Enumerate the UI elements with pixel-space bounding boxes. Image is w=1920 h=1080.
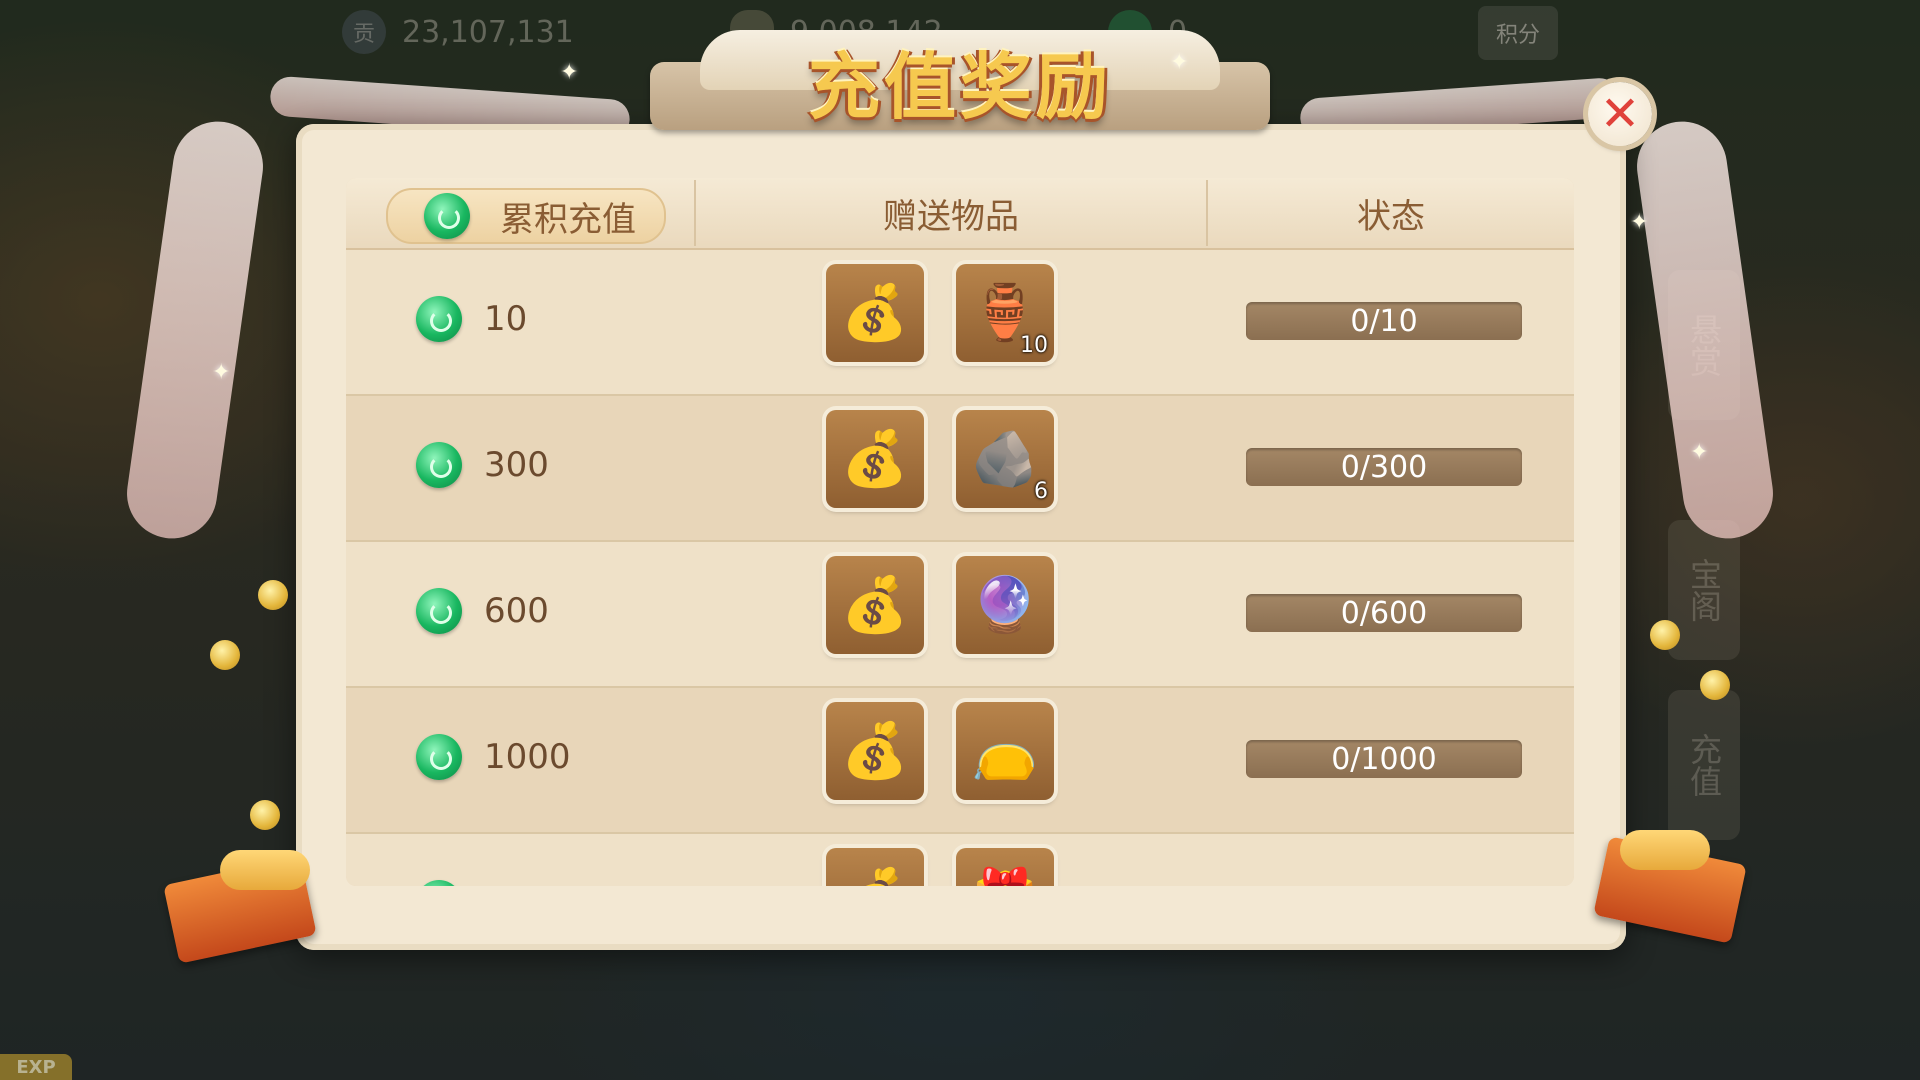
sparkle-icon: ✦ xyxy=(1690,440,1709,465)
silver-money-bag-icon[interactable]: 💰 xyxy=(826,702,924,800)
status-progress: 0/1000 xyxy=(1246,740,1522,778)
black-ore-icon[interactable]: 🪨 6 xyxy=(956,410,1054,508)
header-status: 状态 xyxy=(1357,196,1425,237)
gold-coin-icon xyxy=(250,800,280,830)
sparkle-icon: ✦ xyxy=(212,360,231,385)
row-amount: 1000 xyxy=(416,734,571,780)
jade-icon xyxy=(424,193,470,239)
sparkle-icon: ✦ xyxy=(560,60,579,85)
jade-icon xyxy=(416,296,462,342)
table-row: 💰 🎁 xyxy=(346,834,1574,886)
item-count: 6 xyxy=(1034,479,1048,504)
status-progress: 0/600 xyxy=(1246,594,1522,632)
table-row: 10 💰 🏺 10 0/10 xyxy=(346,250,1574,396)
silver-money-bag-icon[interactable]: 💰 xyxy=(826,264,924,362)
header-gifts: 赠送物品 xyxy=(883,196,1019,237)
reward-table: 累积充值 赠送物品 状态 10 💰 🏺 10 0/10 300 💰 🪨 6 0/30… xyxy=(346,178,1574,886)
dialog-title: 充值奖励 xyxy=(807,44,1112,129)
gold-coin-icon xyxy=(210,640,240,670)
close-button[interactable]: ✕ xyxy=(1588,82,1652,146)
row-amount xyxy=(416,880,462,886)
close-icon: ✕ xyxy=(1599,86,1641,142)
silver-money-bag-icon[interactable]: 💰 xyxy=(826,410,924,508)
status-progress: 0/300 xyxy=(1246,448,1522,486)
herb-vase-icon[interactable]: 🏺 10 xyxy=(956,264,1054,362)
header-cumulative: 累积充值 xyxy=(500,199,636,240)
item-count: 10 xyxy=(1020,333,1048,358)
silver-money-bag-icon[interactable]: 💰 xyxy=(826,848,924,886)
amount-value: 1000 xyxy=(484,737,571,777)
sparkle-icon: ✦ xyxy=(1630,210,1649,235)
table-row: 600 💰 🔮 0/600 xyxy=(346,542,1574,688)
amount-value: 300 xyxy=(484,445,549,485)
jade-icon xyxy=(416,442,462,488)
row-amount: 600 xyxy=(416,588,549,634)
jade-icon xyxy=(416,734,462,780)
jade-icon xyxy=(416,588,462,634)
amount-value: 10 xyxy=(484,299,528,339)
table-row: 300 💰 🪨 6 0/300 xyxy=(346,396,1574,542)
gold-coin-icon xyxy=(258,580,288,610)
silver-money-bag-icon[interactable]: 💰 xyxy=(826,556,924,654)
sparkle-icon: ✦ xyxy=(1170,50,1189,75)
jade-icon xyxy=(416,880,462,886)
crystal-orb-icon[interactable]: 🔮 xyxy=(956,556,1054,654)
row-amount: 300 xyxy=(416,442,549,488)
table-row: 1000 💰 👝 0/1000 xyxy=(346,688,1574,834)
gold-coin-icon xyxy=(1650,620,1680,650)
status-progress: 0/10 xyxy=(1246,302,1522,340)
cumulative-header-pill: 累积充值 xyxy=(386,188,666,244)
gold-lucky-bag-icon[interactable]: 👝 xyxy=(956,702,1054,800)
row-amount: 10 xyxy=(416,296,527,342)
amount-value: 600 xyxy=(484,591,549,631)
table-header: 累积充值 赠送物品 状态 xyxy=(346,178,1574,250)
treasure-chest-icon xyxy=(163,850,317,964)
red-lucky-bag-icon[interactable]: 🎁 xyxy=(956,848,1054,886)
reward-rows[interactable]: 10 💰 🏺 10 0/10 300 💰 🪨 6 0/300 600 💰 🔮 0/6… xyxy=(346,250,1574,886)
treasure-chest-icon xyxy=(1593,830,1747,944)
gold-coin-icon xyxy=(1700,670,1730,700)
